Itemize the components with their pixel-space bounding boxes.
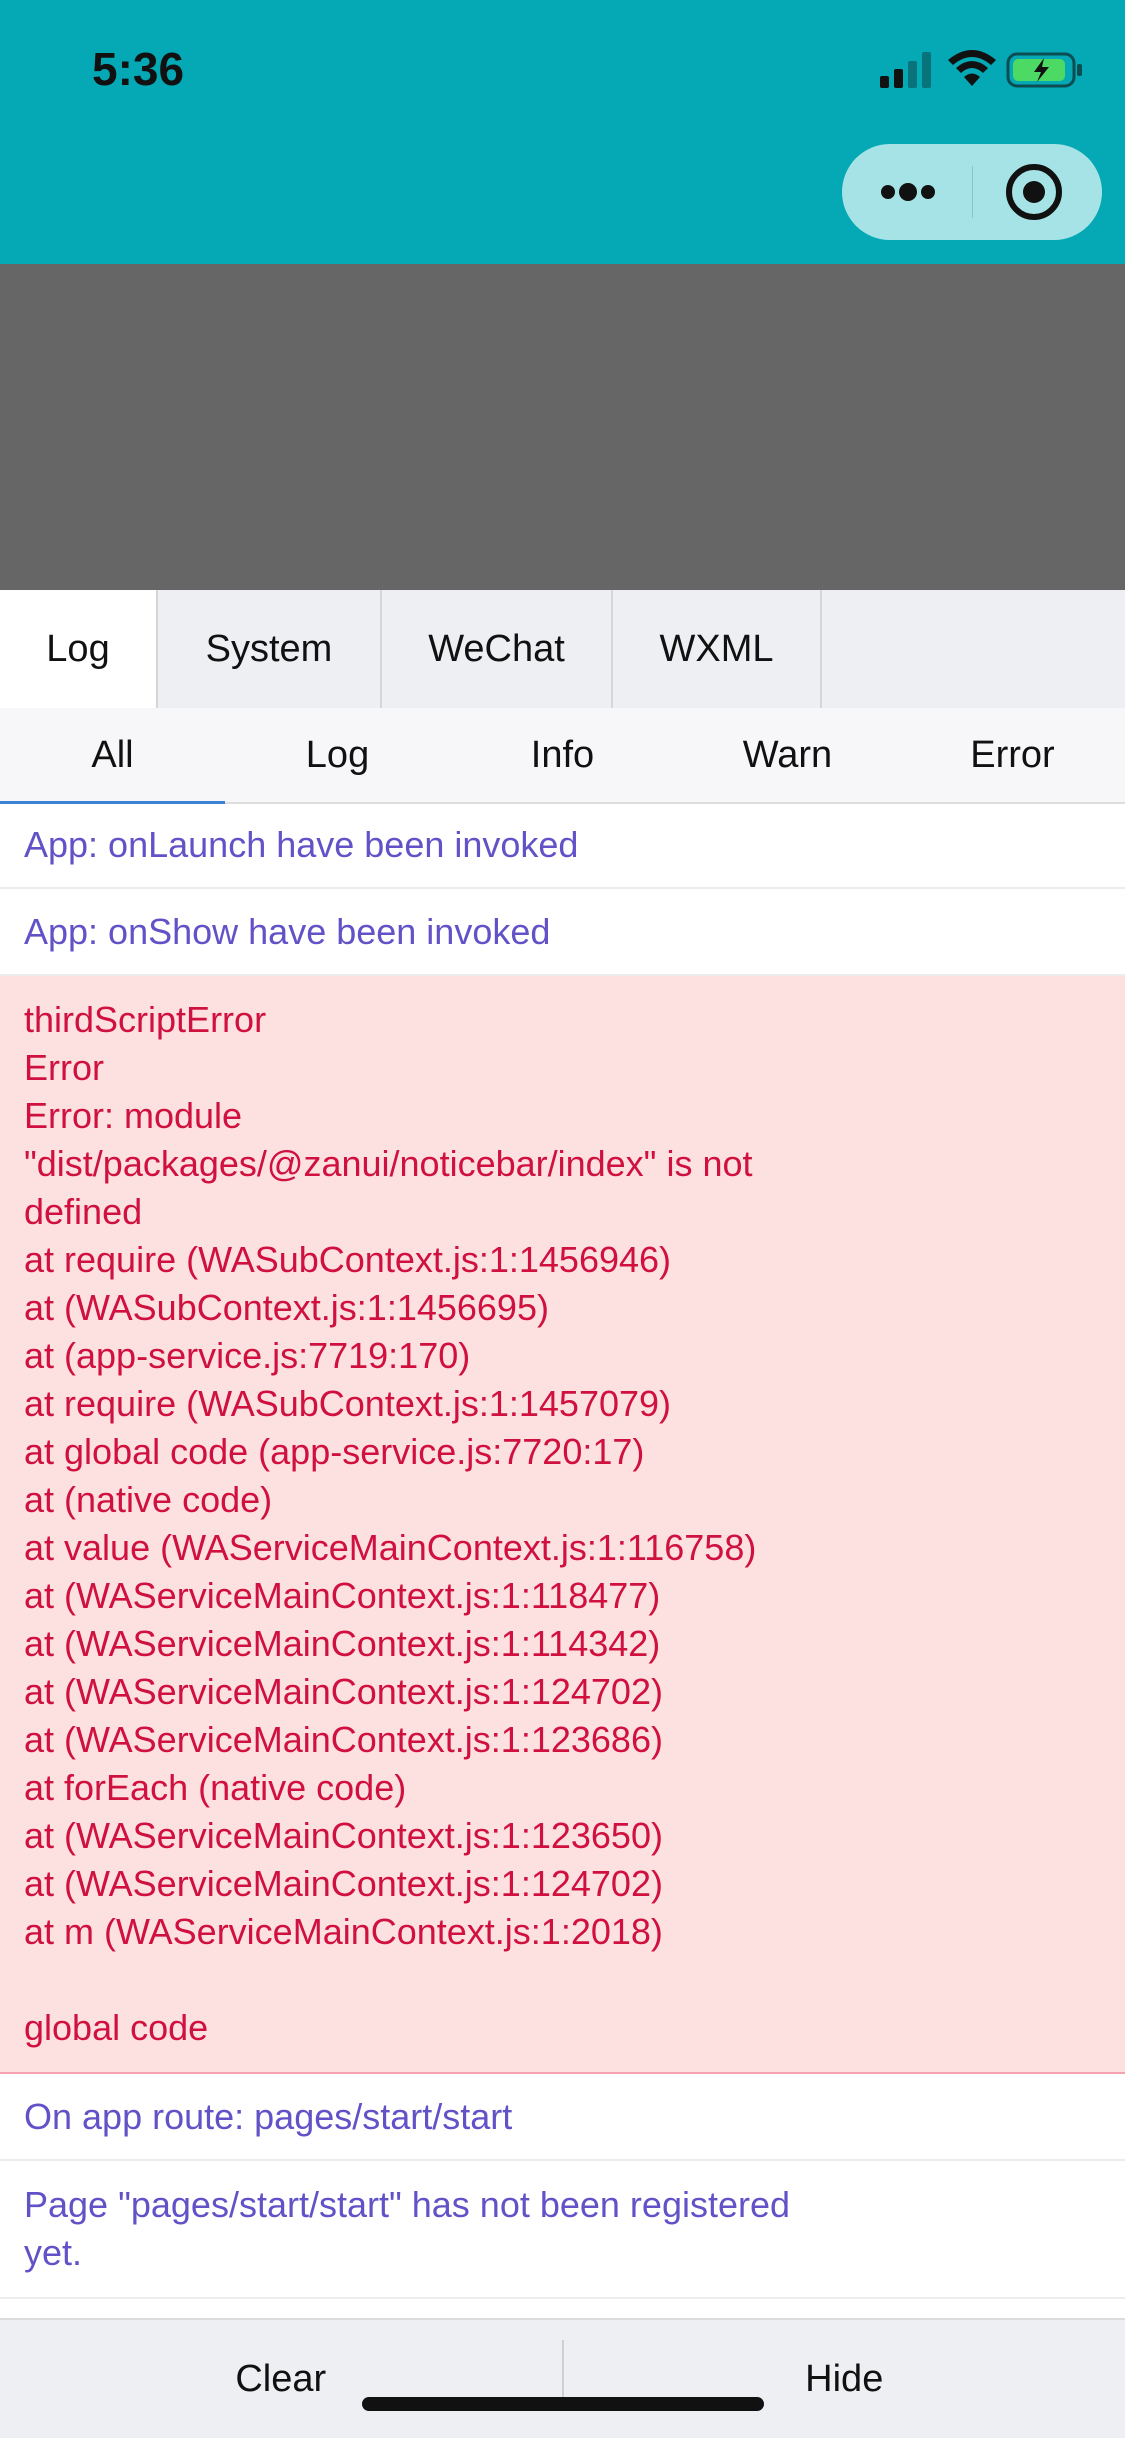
debug-console-panel: Log System WeChat WXML All Log Info Warn… [0, 590, 1125, 2436]
tab-system[interactable]: System [158, 590, 382, 708]
error-line: defined [24, 1188, 1101, 1236]
error-line: thirdScriptError [24, 996, 1101, 1044]
capsule-divider [972, 166, 973, 218]
error-line: at (WAServiceMainContext.js:1:118477) [24, 1572, 1101, 1620]
error-line: at (WAServiceMainContext.js:1:124702) [24, 1860, 1101, 1908]
error-line: at (WAServiceMainContext.js:1:124702) [24, 1668, 1101, 1716]
hide-button[interactable]: Hide [564, 2320, 1125, 2438]
filter-all[interactable]: All [0, 708, 225, 802]
log-entry-text: App: onShow have been invoked [24, 908, 550, 956]
log-entry: On app route: pages/start/start [0, 2074, 1125, 2161]
home-indicator [362, 2397, 764, 2411]
log-filter-tabs: All Log Info Warn Error [0, 708, 1125, 804]
error-line: Error [24, 1044, 1101, 1092]
error-line: at (WASubContext.js:1:1456695) [24, 1284, 1101, 1332]
error-line: at require (WASubContext.js:1:1457079) [24, 1380, 1101, 1428]
log-entry: Page "pages/start/start" has not been re… [0, 2161, 1125, 2299]
error-line [24, 1956, 1101, 2004]
error-line: "dist/packages/@zanui/noticebar/index" i… [24, 1140, 1101, 1188]
error-line: at (WAServiceMainContext.js:1:114342) [24, 1620, 1101, 1668]
error-line: at (native code) [24, 1476, 1101, 1524]
target-circle-icon[interactable] [1004, 162, 1064, 222]
filter-info[interactable]: Info [450, 708, 675, 802]
clear-button[interactable]: Clear [0, 2320, 562, 2438]
log-list: App: onLaunch have been invoked App: onS… [0, 802, 1125, 2299]
filter-warn[interactable]: Warn [675, 708, 900, 802]
error-line: Error: module [24, 1092, 1101, 1140]
log-entry-text: App: onLaunch have been invoked [24, 821, 578, 869]
log-entry-text: Page "pages/start/start" has not been re… [24, 2181, 1101, 2229]
mini-program-capsule [842, 144, 1102, 240]
error-line: at forEach (native code) [24, 1764, 1101, 1812]
page-preview-area [0, 264, 1125, 590]
status-time: 5:36 [92, 42, 184, 96]
more-dots-icon[interactable] [876, 172, 940, 212]
error-line: at m (WAServiceMainContext.js:1:2018) [24, 1908, 1101, 1956]
battery-charging-icon [1006, 50, 1084, 90]
log-entry: App: onLaunch have been invoked [0, 802, 1125, 889]
error-line: global code [24, 2004, 1101, 2052]
error-line: at value (WAServiceMainContext.js:1:1167… [24, 1524, 1101, 1572]
filter-log[interactable]: Log [225, 708, 450, 802]
log-entry-text: On app route: pages/start/start [24, 2093, 512, 2141]
error-log-entry: thirdScriptError Error Error: module "di… [0, 976, 1125, 2074]
filter-error[interactable]: Error [900, 708, 1125, 802]
signal-bars-icon [880, 52, 936, 88]
console-main-tabs: Log System WeChat WXML [0, 590, 1125, 709]
error-line: at global code (app-service.js:7720:17) [24, 1428, 1101, 1476]
tab-wechat[interactable]: WeChat [382, 590, 613, 708]
log-entry-text: yet. [24, 2229, 1101, 2277]
console-bottom-bar: Clear Hide [0, 2318, 1125, 2438]
error-line: at require (WASubContext.js:1:1456946) [24, 1236, 1101, 1284]
error-line: at (WAServiceMainContext.js:1:123650) [24, 1812, 1101, 1860]
error-line: at (WAServiceMainContext.js:1:123686) [24, 1716, 1101, 1764]
tab-wxml[interactable]: WXML [613, 590, 822, 708]
log-entry: App: onShow have been invoked [0, 889, 1125, 976]
app-header: 5:36 [0, 0, 1125, 264]
wifi-icon [948, 48, 996, 88]
error-line: at (app-service.js:7719:170) [24, 1332, 1101, 1380]
tab-log[interactable]: Log [0, 590, 158, 708]
